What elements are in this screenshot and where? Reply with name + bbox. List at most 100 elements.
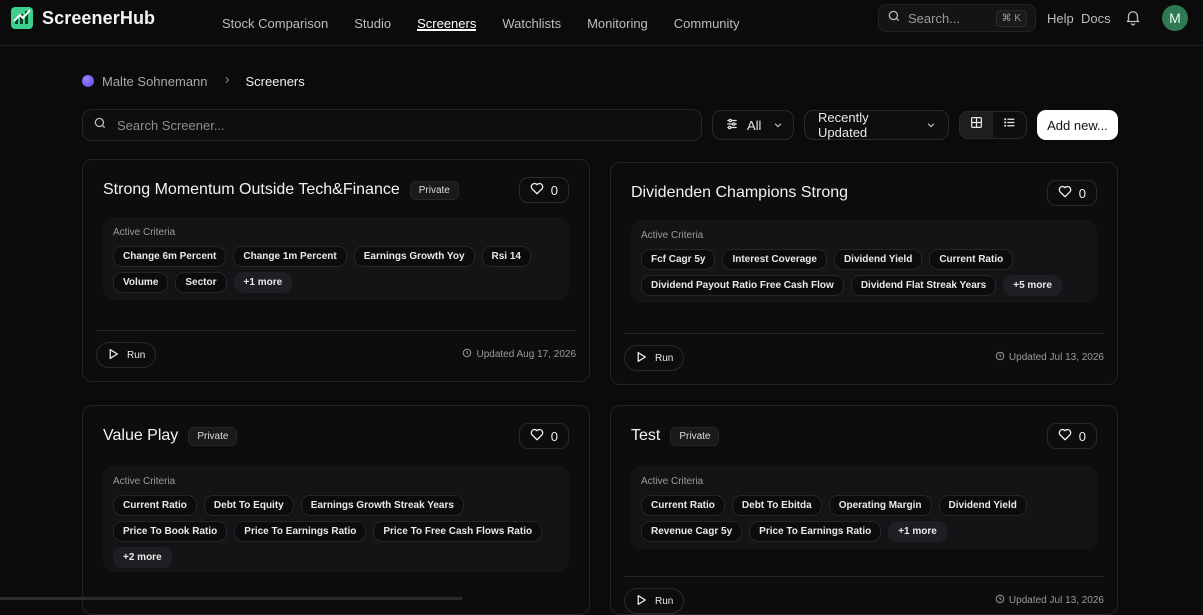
sort-dropdown[interactable]: Recently Updated (804, 110, 949, 140)
like-button[interactable]: 0 (518, 177, 569, 203)
updated-text: Updated Jul 13, 2026 (1008, 595, 1104, 606)
more-criteria-chip[interactable]: +2 more (113, 547, 172, 568)
card-title[interactable]: Value Play (103, 427, 178, 445)
criteria-chip: Volume (113, 272, 169, 293)
heart-icon (1058, 185, 1072, 201)
criteria-chips: Change 6m Percent Change 1m Percent Earn… (113, 246, 559, 293)
card-header: Value Play Private 0 (103, 406, 569, 466)
brand-name: ScreenerHub (42, 7, 156, 28)
like-count: 0 (1078, 185, 1086, 201)
nav-item-screeners[interactable]: Screeners (417, 0, 477, 46)
visibility-badge: Private (670, 426, 720, 446)
updated-text: Updated Jul 13, 2026 (1008, 352, 1104, 363)
visibility-badge: Private (188, 426, 238, 446)
chevron-right-icon (222, 74, 232, 88)
card-title[interactable]: Strong Momentum Outside Tech&Finance (103, 181, 400, 199)
criteria-chip: Fcf Cagr 5y (641, 249, 716, 270)
sliders-icon (725, 117, 739, 134)
docs-link[interactable]: Docs (1081, 11, 1111, 26)
criteria-chip: Current Ratio (641, 495, 725, 516)
clock-icon (462, 348, 472, 361)
criteria-chip: Price To Book Ratio (113, 521, 228, 542)
screener-card[interactable]: Test Private 0 Active Criteria Current R… (610, 405, 1118, 615)
criteria-chip: Rsi 14 (481, 246, 531, 267)
criteria-label: Active Criteria (113, 227, 176, 238)
nav-item-watchlists[interactable]: Watchlists (502, 0, 561, 46)
updated-timestamp: Updated Aug 17, 2026 (462, 348, 576, 361)
card-divider (624, 333, 1104, 334)
brand[interactable]: ScreenerHub (10, 6, 155, 30)
grid-icon (970, 116, 983, 134)
nav-item-studio[interactable]: Studio (354, 0, 391, 46)
criteria-chips: Current Ratio Debt To Ebitda Operating M… (641, 495, 1087, 542)
chevron-down-icon (926, 118, 936, 133)
card-divider (96, 330, 576, 331)
criteria-chip: Earnings Growth Yoy (353, 246, 475, 267)
criteria-chip: Earnings Growth Streak Years (300, 495, 464, 516)
nav-item-community[interactable]: Community (674, 0, 740, 46)
search-icon (887, 9, 901, 28)
main-nav: Stock Comparison Studio Screeners Watchl… (222, 0, 766, 46)
like-count: 0 (550, 428, 558, 444)
like-button[interactable]: 0 (518, 423, 569, 449)
add-new-button[interactable]: Add new... (1037, 110, 1118, 140)
criteria-chip: Current Ratio (929, 249, 1014, 270)
criteria-chip: Change 1m Percent (233, 246, 347, 267)
visibility-badge: Private (409, 180, 459, 200)
help-link[interactable]: Help (1047, 11, 1074, 26)
more-criteria-chip[interactable]: +1 more (888, 521, 947, 542)
criteria-chip: Dividend Yield (833, 249, 923, 270)
run-button[interactable]: Run (624, 345, 684, 371)
updated-timestamp: Updated Jul 13, 2026 (995, 351, 1104, 364)
criteria-panel: Active Criteria Change 6m Percent Change… (103, 217, 569, 300)
run-button[interactable]: Run (96, 342, 156, 368)
nav-item-monitoring[interactable]: Monitoring (587, 0, 648, 46)
list-icon (1003, 116, 1016, 134)
list-view-button[interactable] (993, 112, 1026, 138)
run-label: Run (655, 595, 674, 607)
criteria-chips: Current Ratio Debt To Equity Earnings Gr… (113, 495, 559, 568)
criteria-chip: Price To Earnings Ratio (234, 521, 367, 542)
criteria-chip: Operating Margin (828, 495, 932, 516)
like-button[interactable]: 0 (1046, 423, 1097, 449)
criteria-chip: Price To Earnings Ratio (749, 521, 882, 542)
more-criteria-chip[interactable]: +1 more (233, 272, 293, 293)
screener-card[interactable]: Strong Momentum Outside Tech&Finance Pri… (82, 159, 590, 382)
heart-icon (530, 428, 544, 444)
breadcrumb-user[interactable]: Malte Sohnemann (102, 74, 208, 89)
criteria-label: Active Criteria (641, 230, 704, 241)
clock-icon (995, 594, 1005, 607)
updated-timestamp: Updated Jul 13, 2026 (995, 594, 1104, 607)
criteria-chips: Fcf Cagr 5y Interest Coverage Dividend Y… (641, 249, 1087, 296)
breadcrumb-current: Screeners (245, 73, 305, 89)
search-icon (93, 116, 107, 135)
chart-logo-icon (10, 6, 34, 30)
nav-item-stock-comparison[interactable]: Stock Comparison (222, 0, 328, 46)
more-criteria-chip[interactable]: +5 more (1003, 275, 1062, 296)
criteria-chip: Current Ratio (113, 495, 197, 516)
screener-search-input[interactable] (115, 116, 691, 134)
run-label: Run (127, 349, 146, 361)
screener-card[interactable]: Dividenden Champions Strong 0 Active Cri… (610, 162, 1118, 385)
criteria-chip: Price To Free Cash Flows Ratio (373, 521, 543, 542)
screener-search[interactable] (82, 109, 702, 141)
like-button[interactable]: 0 (1046, 180, 1097, 206)
global-search[interactable]: Search... ⌘ K (878, 4, 1036, 32)
card-title[interactable]: Dividenden Champions Strong (631, 184, 848, 202)
filter-dropdown[interactable]: All (712, 110, 794, 140)
bell-icon[interactable] (1124, 8, 1142, 26)
grid-view-button[interactable] (960, 112, 993, 138)
user-avatar-dot (82, 75, 94, 87)
card-title[interactable]: Test (631, 427, 660, 445)
run-button[interactable]: Run (624, 588, 684, 614)
play-icon (108, 348, 119, 363)
avatar[interactable]: M (1162, 5, 1188, 31)
view-toggle (959, 111, 1027, 139)
card-header: Test Private 0 (631, 406, 1097, 466)
criteria-chip: Revenue Cagr 5y (641, 521, 743, 542)
criteria-chip: Change 6m Percent (113, 246, 227, 267)
criteria-chip: Dividend Payout Ratio Free Cash Flow (641, 275, 844, 296)
heart-icon (530, 182, 544, 198)
sort-label: Recently Updated (818, 110, 869, 140)
screener-card[interactable]: Value Play Private 0 Active Criteria Cur… (82, 405, 590, 615)
